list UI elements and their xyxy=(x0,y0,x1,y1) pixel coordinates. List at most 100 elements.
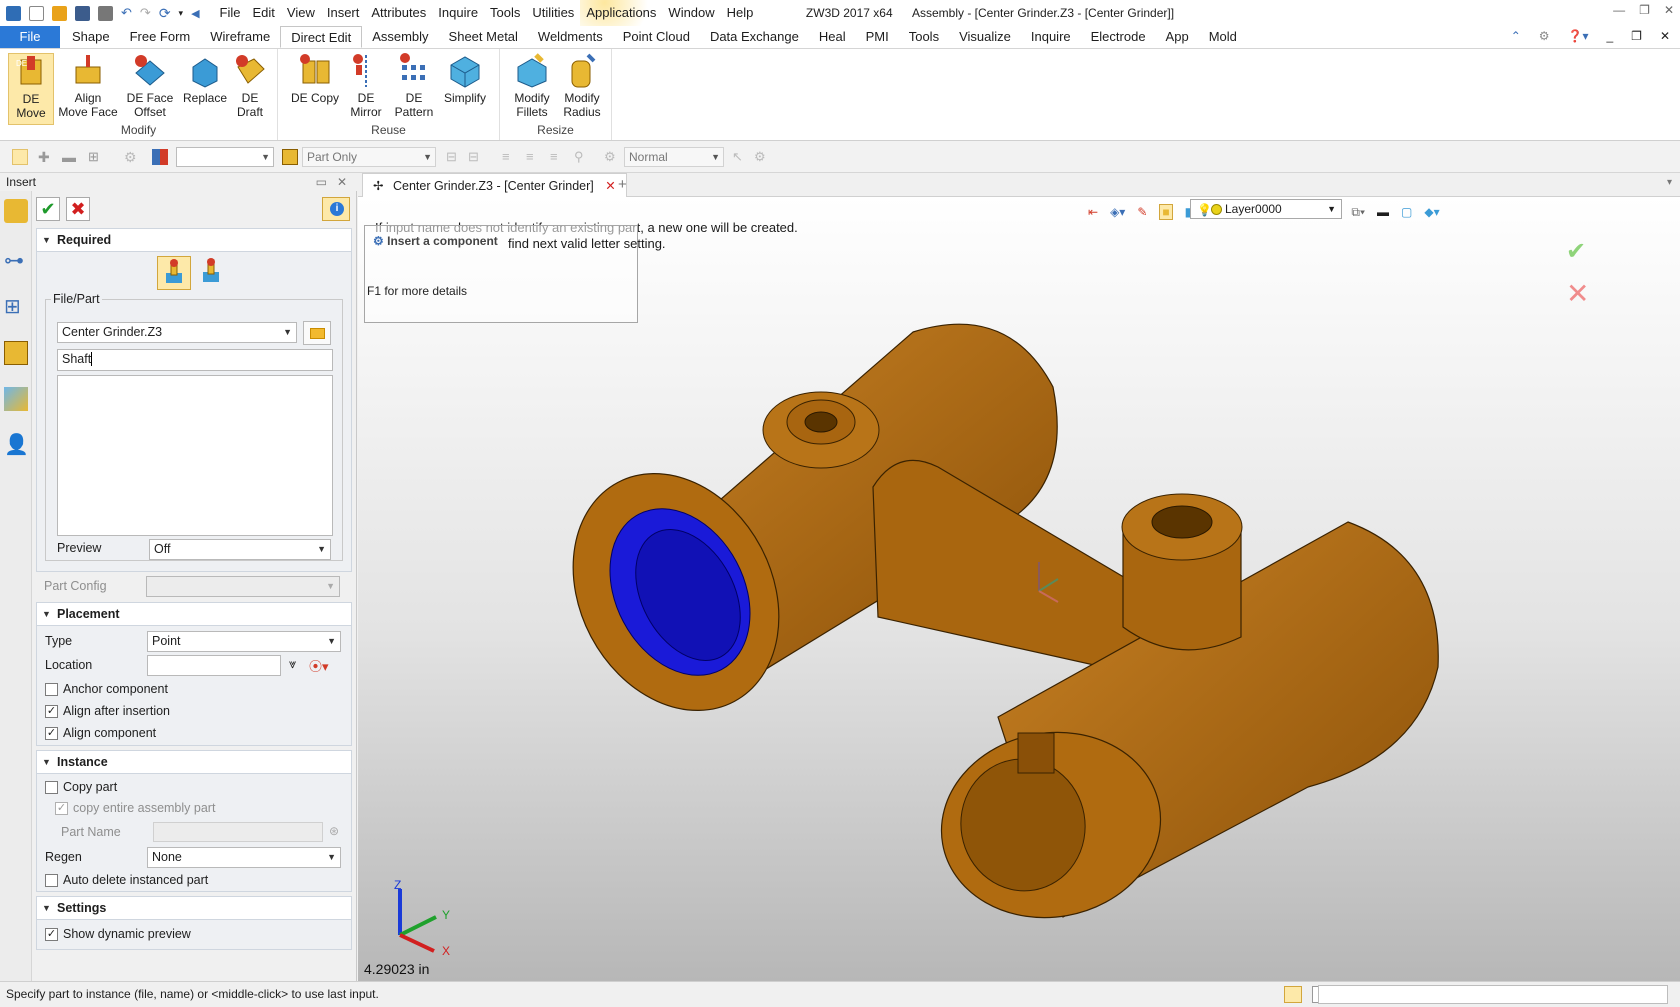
de-copy-button[interactable]: DE Copy xyxy=(290,53,340,105)
document-tab[interactable]: ✢ Center Grinder.Z3 - [Center Grinder] ✕ xyxy=(362,173,627,197)
command-input[interactable] xyxy=(1318,985,1668,1004)
user-icon[interactable]: 👤 xyxy=(4,433,29,457)
menu-edit[interactable]: Edit xyxy=(247,0,281,26)
location-input[interactable] xyxy=(147,655,281,676)
insert-from-file-button[interactable] xyxy=(157,256,191,290)
menu-utilities[interactable]: Utilities xyxy=(526,0,580,26)
pick-point-icon[interactable]: ⦿▾ xyxy=(309,656,329,675)
grid-select-icon[interactable]: ⊞ xyxy=(88,149,104,165)
de-mirror-button[interactable]: DE Mirror xyxy=(346,53,386,119)
insert-new-button[interactable] xyxy=(195,256,229,290)
snap2-icon[interactable]: ⊟ xyxy=(468,149,484,165)
cancel-x-button[interactable]: ✖ xyxy=(66,197,90,221)
insert-component-icon[interactable] xyxy=(4,199,28,223)
tab-app[interactable]: App xyxy=(1156,26,1199,48)
image-icon[interactable] xyxy=(4,387,28,411)
menu-attributes[interactable]: Attributes xyxy=(365,0,432,26)
menu-tools[interactable]: Tools xyxy=(484,0,526,26)
tab-electrode[interactable]: Electrode xyxy=(1081,26,1156,48)
dropdown-icon[interactable]: ▾ xyxy=(179,8,184,19)
section-required[interactable]: Required xyxy=(36,228,352,252)
open-folder-icon[interactable] xyxy=(52,5,67,21)
tab-direct-edit[interactable]: Direct Edit xyxy=(280,26,363,48)
tab-list-icon[interactable]: ▾ xyxy=(1667,177,1672,188)
help-icon[interactable]: ❓▾ xyxy=(1568,29,1589,43)
regen-combo[interactable]: None ▼ xyxy=(147,847,341,868)
undo-icon[interactable]: ↶ xyxy=(121,5,132,21)
new-tab-icon[interactable]: + xyxy=(618,176,627,193)
doc-tab-close-icon[interactable]: ✕ xyxy=(605,179,615,193)
tab-data-exchange[interactable]: Data Exchange xyxy=(700,26,809,48)
tab-weldments[interactable]: Weldments xyxy=(528,26,613,48)
add-icon[interactable]: ✚ xyxy=(38,149,54,165)
new-file-icon[interactable] xyxy=(29,5,44,21)
assembly-tree-icon[interactable]: ⊞ xyxy=(4,295,28,319)
part-filter-icon[interactable] xyxy=(282,149,298,165)
tab-assembly[interactable]: Assembly xyxy=(362,26,438,48)
doc-minimize-icon[interactable]: _ xyxy=(1606,29,1613,43)
modify-radius-button[interactable]: Modify Radius xyxy=(558,53,606,119)
tab-visualize[interactable]: Visualize xyxy=(949,26,1021,48)
center-grinder-model[interactable] xyxy=(358,197,1680,981)
menu-insert[interactable]: Insert xyxy=(321,0,366,26)
collapse-ribbon-icon[interactable]: ⌃ xyxy=(1511,29,1521,43)
menu-file[interactable]: File xyxy=(214,0,247,26)
menu-window[interactable]: Window xyxy=(662,0,720,26)
menu-applications[interactable]: Applications xyxy=(580,0,663,26)
copy-entire-checkbox[interactable]: ✓ xyxy=(55,802,68,815)
instance-name-input[interactable] xyxy=(153,822,323,842)
replace-button[interactable]: Replace xyxy=(180,53,230,105)
file-combo[interactable]: Center Grinder.Z3 ▼ xyxy=(57,322,297,343)
menu-view[interactable]: View xyxy=(281,0,321,26)
align2-icon[interactable]: ≡ xyxy=(526,149,542,165)
settings-gear-icon[interactable]: ⚙ xyxy=(1539,29,1550,43)
copy-part-checkbox[interactable] xyxy=(45,781,58,794)
ok-check-button[interactable]: ✔ xyxy=(36,197,60,221)
tab-mold[interactable]: Mold xyxy=(1199,26,1247,48)
history-tree-icon[interactable]: ⊶ xyxy=(4,249,28,273)
tab-free-form[interactable]: Free Form xyxy=(120,26,201,48)
status-doc-icon[interactable] xyxy=(1284,986,1302,1003)
filter-combo[interactable]: ▼ xyxy=(176,147,274,167)
modify-fillets-button[interactable]: Modify Fillets xyxy=(508,53,556,119)
instance-name-tool-icon[interactable]: ⊛ xyxy=(329,824,339,838)
app-logo-icon[interactable] xyxy=(6,5,21,21)
doc-restore-icon[interactable]: ❐ xyxy=(1631,29,1642,43)
snap-icon[interactable]: ⊟ xyxy=(446,149,462,165)
pin-icon[interactable]: ⚲ xyxy=(574,149,590,165)
de-pattern-button[interactable]: DE Pattern xyxy=(392,53,436,119)
part-list[interactable] xyxy=(57,375,333,536)
align3-icon[interactable]: ≡ xyxy=(550,149,566,165)
save-icon[interactable] xyxy=(75,5,90,21)
de-face-offset-button[interactable]: DE Face Offset xyxy=(122,53,178,119)
panel-pin-icon[interactable]: ▭ xyxy=(316,173,327,191)
render-gear-icon[interactable]: ⚙ xyxy=(604,149,620,165)
align-component-checkbox[interactable]: ✓ xyxy=(45,727,58,740)
menu-help[interactable]: Help xyxy=(721,0,760,26)
tab-wireframe[interactable]: Wireframe xyxy=(200,26,280,48)
tab-tools[interactable]: Tools xyxy=(899,26,949,48)
align-icon[interactable]: ≡ xyxy=(502,149,518,165)
align-move-face-button[interactable]: Align Move Face xyxy=(58,53,118,119)
redo-icon[interactable]: ↷ xyxy=(140,5,151,21)
type-combo[interactable]: Point ▼ xyxy=(147,631,341,652)
print-icon[interactable] xyxy=(98,5,113,21)
tab-sheet-metal[interactable]: Sheet Metal xyxy=(439,26,528,48)
preview-combo[interactable]: Off ▼ xyxy=(149,539,331,560)
close-window-icon[interactable]: ✕ xyxy=(1664,3,1674,17)
render-mode-combo[interactable]: Normal ▼ xyxy=(624,147,724,167)
back-icon[interactable]: ◀ xyxy=(191,7,199,20)
section-settings[interactable]: Settings xyxy=(36,896,352,920)
tab-point-cloud[interactable]: Point Cloud xyxy=(613,26,700,48)
gear-disabled-icon[interactable]: ⚙ xyxy=(124,149,140,165)
align-after-checkbox[interactable]: ✓ xyxy=(45,705,58,718)
restore-icon[interactable]: ❐ xyxy=(1639,3,1650,17)
filter-icon[interactable] xyxy=(152,149,168,165)
tab-pmi[interactable]: PMI xyxy=(856,26,899,48)
panel-close-icon[interactable]: ✕ xyxy=(337,173,347,191)
anchor-checkbox[interactable] xyxy=(45,683,58,696)
browse-folder-button[interactable] xyxy=(303,321,331,345)
pick-arrow-icon[interactable] xyxy=(12,149,28,165)
section-instance[interactable]: Instance xyxy=(36,750,352,774)
auto-delete-checkbox[interactable] xyxy=(45,874,58,887)
